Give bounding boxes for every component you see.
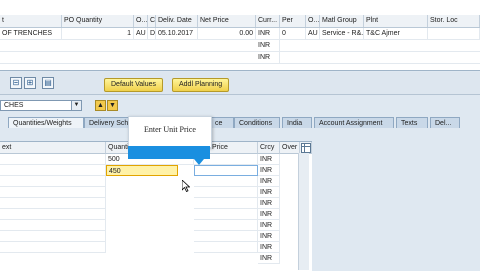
text-cell[interactable] — [0, 209, 106, 220]
quantity-input[interactable]: 450 — [106, 165, 178, 176]
conditions-table: ext Quanti Price Crcy Over 500 450 INR I… — [0, 141, 312, 271]
item-select[interactable]: CHES ▼ — [0, 100, 82, 111]
item-overview-table: t PO Quantity O... C Deliv. Date Net Pri… — [0, 0, 480, 71]
tooltip-text: Enter Unit Price — [144, 125, 196, 134]
short-text-cell[interactable]: OF TRENCHES — [0, 28, 62, 39]
text-cell[interactable] — [0, 220, 106, 231]
text-cell[interactable] — [0, 165, 106, 176]
table-row[interactable]: INR — [0, 40, 480, 52]
vertical-scrollbar[interactable] — [298, 153, 309, 270]
text-cell[interactable] — [0, 154, 106, 165]
filter-icon[interactable]: ⊞ — [24, 77, 36, 89]
currency-cell[interactable]: INR — [256, 52, 280, 63]
column-header[interactable]: Matl Group — [320, 15, 364, 27]
price-cell[interactable] — [194, 220, 258, 231]
crcy-cell[interactable]: INR — [258, 242, 280, 253]
tab-invoice[interactable]: ce — [210, 117, 234, 128]
column-header[interactable]: Deliv. Date — [156, 15, 198, 27]
table-row[interactable]: INR — [0, 52, 480, 64]
po-quantity-cell[interactable]: 1 — [62, 28, 134, 39]
crcy-cell[interactable]: INR — [258, 231, 280, 242]
text-cell[interactable] — [0, 187, 106, 198]
text-cell[interactable] — [0, 198, 106, 209]
order-price-unit-cell[interactable]: AU — [306, 28, 320, 39]
price-cell[interactable] — [194, 198, 258, 209]
plant-cell[interactable]: T&C Ajmer — [364, 28, 428, 39]
table-icon[interactable]: ▤ — [42, 77, 54, 89]
column-header[interactable]: O... — [134, 15, 148, 27]
column-header[interactable]: Curr... — [256, 15, 280, 27]
tab-account-assignment[interactable]: Account Assignment — [314, 117, 394, 128]
currency-cell[interactable]: INR — [256, 28, 280, 39]
per-cell[interactable]: 0 — [280, 28, 306, 39]
column-header[interactable]: Net Price — [198, 15, 256, 27]
default-values-button[interactable]: Default Values — [104, 78, 164, 92]
tab-india[interactable]: India — [282, 117, 312, 128]
crcy-cell[interactable]: INR — [258, 176, 280, 187]
collapse-icon[interactable]: ⊟ — [10, 77, 22, 89]
column-header[interactable]: Stor. Loc — [428, 15, 480, 27]
column-header[interactable]: PO Quantity — [62, 15, 134, 27]
price-cell[interactable] — [194, 209, 258, 220]
crcy-cell[interactable]: INR — [258, 165, 280, 176]
tab-conditions[interactable]: Conditions — [234, 117, 280, 128]
net-price-input[interactable] — [194, 165, 258, 176]
item-toolbar: ⊟ ⊞ ▤ Default Values Addl Planning — [0, 72, 480, 95]
column-header[interactable]: ext — [0, 142, 106, 154]
table-row[interactable]: OF TRENCHES 1 AU D 05.10.2017 0.00 INR 0… — [0, 28, 480, 40]
column-header[interactable]: O... — [306, 15, 320, 27]
delivery-date-cell[interactable]: 05.10.2017 — [156, 28, 198, 39]
net-price-cell[interactable]: 0.00 — [198, 28, 256, 39]
next-item-button[interactable]: ▼ — [107, 100, 118, 111]
column-header[interactable]: C — [148, 15, 156, 27]
table-header: t PO Quantity O... C Deliv. Date Net Pri… — [0, 15, 480, 28]
column-header[interactable]: Per — [280, 15, 306, 27]
tab-texts[interactable]: Texts — [396, 117, 428, 128]
text-cell[interactable] — [0, 231, 106, 242]
price-cell[interactable] — [194, 231, 258, 242]
currency-cell[interactable]: INR — [256, 40, 280, 51]
previous-item-button[interactable]: ▲ — [95, 100, 106, 111]
column-header[interactable]: Over — [280, 142, 300, 154]
column-header[interactable]: Plnt — [364, 15, 428, 27]
material-group-cell[interactable]: Service - R&... — [320, 28, 364, 39]
order-unit-cell[interactable]: AU — [134, 28, 148, 39]
addl-planning-button[interactable]: Addl Planning — [172, 78, 230, 92]
price-cell[interactable] — [194, 187, 258, 198]
item-selector-row: CHES ▼ ▲ ▼ — [0, 97, 480, 117]
crcy-cell[interactable]: INR — [258, 198, 280, 209]
price-cell[interactable] — [194, 176, 258, 187]
tooltip: Enter Unit Price — [128, 116, 212, 148]
tab-quantities-weights[interactable]: Quantities/Weights — [8, 117, 84, 128]
tooltip-pointer — [128, 146, 210, 165]
storage-location-cell[interactable] — [428, 28, 480, 39]
text-cell[interactable] — [0, 242, 106, 253]
price-cell[interactable] — [194, 242, 258, 253]
date-category-cell[interactable]: D — [148, 28, 156, 39]
text-cell[interactable] — [0, 176, 106, 187]
crcy-cell[interactable]: INR — [258, 187, 280, 198]
tab-delivery-address[interactable]: Del... — [430, 117, 460, 128]
crcy-cell[interactable]: INR — [258, 209, 280, 220]
chevron-down-icon[interactable]: ▼ — [71, 101, 81, 110]
tab-strip: Quantities/Weights Delivery Sche ce Cond… — [0, 117, 480, 129]
column-header[interactable]: Crcy — [258, 142, 280, 154]
mouse-cursor-icon — [182, 180, 190, 192]
crcy-cell[interactable]: INR — [258, 253, 280, 264]
tab-delivery-schedule[interactable]: Delivery Sche — [84, 117, 134, 128]
item-select-value: CHES — [4, 102, 24, 109]
crcy-cell[interactable]: INR — [258, 154, 280, 165]
column-header[interactable]: t — [0, 15, 62, 27]
crcy-cell[interactable]: INR — [258, 220, 280, 231]
